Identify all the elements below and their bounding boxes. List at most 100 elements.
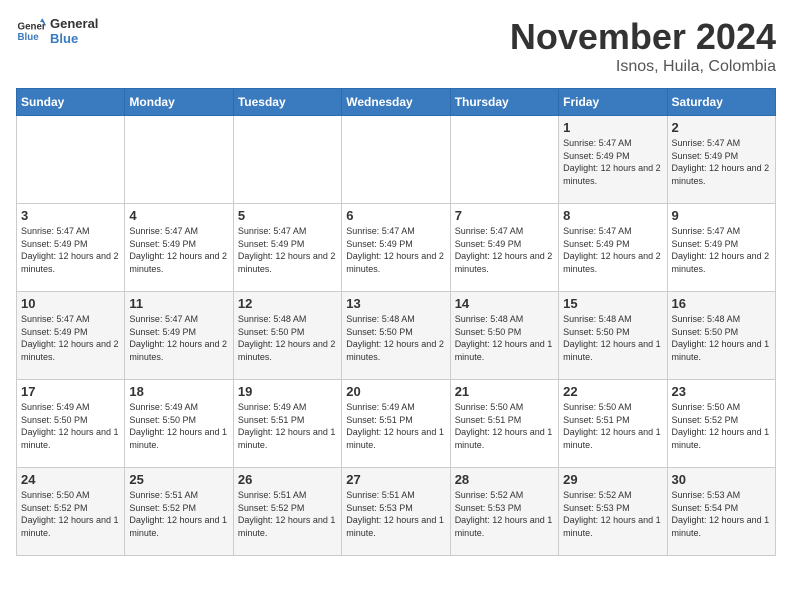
- calendar-week-row: 10 Sunrise: 5:47 AM Sunset: 5:49 PM Dayli…: [17, 292, 776, 380]
- day-number: 26: [238, 472, 337, 487]
- day-number: 27: [346, 472, 445, 487]
- calendar-cell: 20 Sunrise: 5:49 AM Sunset: 5:51 PM Dayli…: [342, 380, 450, 468]
- day-info: Sunrise: 5:50 AM Sunset: 5:51 PM Dayligh…: [455, 401, 554, 451]
- logo-blue: Blue: [50, 31, 98, 46]
- day-info: Sunrise: 5:47 AM Sunset: 5:49 PM Dayligh…: [672, 225, 771, 275]
- day-number: 3: [21, 208, 120, 223]
- calendar-cell: 1 Sunrise: 5:47 AM Sunset: 5:49 PM Daylig…: [559, 116, 667, 204]
- calendar-week-row: 24Sunrise: 5:50 AM Sunset: 5:52 PM Dayli…: [17, 468, 776, 556]
- calendar-cell: 13 Sunrise: 5:48 AM Sunset: 5:50 PM Dayli…: [342, 292, 450, 380]
- day-info: Sunrise: 5:48 AM Sunset: 5:50 PM Dayligh…: [238, 313, 337, 363]
- day-number: 28: [455, 472, 554, 487]
- day-info: Sunrise: 5:49 AM Sunset: 5:51 PM Dayligh…: [346, 401, 445, 451]
- calendar-cell: 12 Sunrise: 5:48 AM Sunset: 5:50 PM Dayli…: [233, 292, 341, 380]
- day-info: Sunrise: 5:48 AM Sunset: 5:50 PM Dayligh…: [672, 313, 771, 363]
- day-info: Sunrise: 5:47 AM Sunset: 5:49 PM Dayligh…: [346, 225, 445, 275]
- calendar-cell: 24Sunrise: 5:50 AM Sunset: 5:52 PM Dayli…: [17, 468, 125, 556]
- day-number: 30: [672, 472, 771, 487]
- day-number: 23: [672, 384, 771, 399]
- calendar-cell: 21 Sunrise: 5:50 AM Sunset: 5:51 PM Dayli…: [450, 380, 558, 468]
- day-number: 6: [346, 208, 445, 223]
- calendar-cell: 15 Sunrise: 5:48 AM Sunset: 5:50 PM Dayli…: [559, 292, 667, 380]
- day-number: 1: [563, 120, 662, 135]
- weekday-header: Wednesday: [342, 89, 450, 116]
- day-info: Sunrise: 5:49 AM Sunset: 5:51 PM Dayligh…: [238, 401, 337, 451]
- calendar-cell: [17, 116, 125, 204]
- calendar-cell: [342, 116, 450, 204]
- svg-text:Blue: Blue: [18, 32, 40, 43]
- day-info: Sunrise: 5:50 AM Sunset: 5:52 PM Dayligh…: [672, 401, 771, 451]
- day-number: 7: [455, 208, 554, 223]
- day-number: 11: [129, 296, 228, 311]
- calendar-cell: 3Sunrise: 5:47 AM Sunset: 5:49 PM Daylig…: [17, 204, 125, 292]
- day-info: Sunrise: 5:48 AM Sunset: 5:50 PM Dayligh…: [346, 313, 445, 363]
- calendar-cell: 7 Sunrise: 5:47 AM Sunset: 5:49 PM Daylig…: [450, 204, 558, 292]
- day-info: Sunrise: 5:48 AM Sunset: 5:50 PM Dayligh…: [455, 313, 554, 363]
- calendar-cell: 14 Sunrise: 5:48 AM Sunset: 5:50 PM Dayli…: [450, 292, 558, 380]
- day-number: 13: [346, 296, 445, 311]
- calendar-cell: 4 Sunrise: 5:47 AM Sunset: 5:49 PM Daylig…: [125, 204, 233, 292]
- calendar-cell: 25 Sunrise: 5:51 AM Sunset: 5:52 PM Dayli…: [125, 468, 233, 556]
- day-number: 9: [672, 208, 771, 223]
- calendar-table: SundayMondayTuesdayWednesdayThursdayFrid…: [16, 88, 776, 556]
- calendar-header-row: SundayMondayTuesdayWednesdayThursdayFrid…: [17, 89, 776, 116]
- day-info: Sunrise: 5:51 AM Sunset: 5:52 PM Dayligh…: [129, 489, 228, 539]
- day-number: 2: [672, 120, 771, 135]
- svg-text:General: General: [18, 22, 47, 33]
- weekday-header: Tuesday: [233, 89, 341, 116]
- calendar-cell: [450, 116, 558, 204]
- day-info: Sunrise: 5:47 AM Sunset: 5:49 PM Dayligh…: [563, 137, 662, 187]
- day-number: 20: [346, 384, 445, 399]
- day-number: 29: [563, 472, 662, 487]
- day-number: 4: [129, 208, 228, 223]
- header: General Blue General Blue November 2024 …: [16, 16, 776, 76]
- day-number: 25: [129, 472, 228, 487]
- month-title: November 2024: [510, 16, 776, 58]
- calendar-cell: 23 Sunrise: 5:50 AM Sunset: 5:52 PM Dayli…: [667, 380, 775, 468]
- day-info: Sunrise: 5:49 AM Sunset: 5:50 PM Dayligh…: [129, 401, 228, 451]
- day-info: Sunrise: 5:47 AM Sunset: 5:49 PM Dayligh…: [563, 225, 662, 275]
- calendar-week-row: 3 Sunrise: 5:47 AM Sunset: 5:49 PM Daylig…: [17, 204, 776, 292]
- calendar-cell: 6 Sunrise: 5:47 AM Sunset: 5:49 PM Daylig…: [342, 204, 450, 292]
- day-info: Sunrise: 5:47 AM Sunset: 5:49 PM Dayligh…: [455, 225, 554, 275]
- calendar-cell: 30Sunrise: 5:53 AM Sunset: 5:54 PM Dayli…: [667, 468, 775, 556]
- day-info: Sunrise: 5:50 AM Sunset: 5:52 PM Dayligh…: [21, 489, 120, 539]
- day-info: Sunrise: 5:52 AM Sunset: 5:53 PM Dayligh…: [563, 489, 662, 539]
- day-info: Sunrise: 5:50 AM Sunset: 5:51 PM Dayligh…: [563, 401, 662, 451]
- location-title: Isnos, Huila, Colombia: [510, 58, 776, 76]
- logo-general: General: [50, 16, 98, 31]
- day-number: 14: [455, 296, 554, 311]
- day-info: Sunrise: 5:51 AM Sunset: 5:52 PM Dayligh…: [238, 489, 337, 539]
- day-number: 5: [238, 208, 337, 223]
- weekday-header: Friday: [559, 89, 667, 116]
- day-info: Sunrise: 5:47 AM Sunset: 5:49 PM Dayligh…: [129, 225, 228, 275]
- calendar-cell: [233, 116, 341, 204]
- day-number: 12: [238, 296, 337, 311]
- calendar-cell: 9 Sunrise: 5:47 AM Sunset: 5:49 PM Daylig…: [667, 204, 775, 292]
- title-area: November 2024 Isnos, Huila, Colombia: [510, 16, 776, 76]
- day-number: 18: [129, 384, 228, 399]
- day-info: Sunrise: 5:52 AM Sunset: 5:53 PM Dayligh…: [455, 489, 554, 539]
- weekday-header: Sunday: [17, 89, 125, 116]
- day-number: 21: [455, 384, 554, 399]
- calendar-week-row: 1 Sunrise: 5:47 AM Sunset: 5:49 PM Daylig…: [17, 116, 776, 204]
- day-info: Sunrise: 5:51 AM Sunset: 5:53 PM Dayligh…: [346, 489, 445, 539]
- calendar-cell: 11 Sunrise: 5:47 AM Sunset: 5:49 PM Dayli…: [125, 292, 233, 380]
- calendar-cell: 26 Sunrise: 5:51 AM Sunset: 5:52 PM Dayli…: [233, 468, 341, 556]
- calendar-cell: 2Sunrise: 5:47 AM Sunset: 5:49 PM Daylig…: [667, 116, 775, 204]
- day-number: 8: [563, 208, 662, 223]
- day-number: 15: [563, 296, 662, 311]
- weekday-header: Saturday: [667, 89, 775, 116]
- calendar-cell: 28 Sunrise: 5:52 AM Sunset: 5:53 PM Dayli…: [450, 468, 558, 556]
- day-info: Sunrise: 5:48 AM Sunset: 5:50 PM Dayligh…: [563, 313, 662, 363]
- day-number: 22: [563, 384, 662, 399]
- day-info: Sunrise: 5:47 AM Sunset: 5:49 PM Dayligh…: [129, 313, 228, 363]
- day-info: Sunrise: 5:47 AM Sunset: 5:49 PM Dayligh…: [21, 313, 120, 363]
- day-number: 10: [21, 296, 120, 311]
- calendar-cell: [125, 116, 233, 204]
- calendar-cell: 17Sunrise: 5:49 AM Sunset: 5:50 PM Dayli…: [17, 380, 125, 468]
- weekday-header: Monday: [125, 89, 233, 116]
- calendar-cell: 10 Sunrise: 5:47 AM Sunset: 5:49 PM Dayli…: [17, 292, 125, 380]
- calendar-cell: 18 Sunrise: 5:49 AM Sunset: 5:50 PM Dayli…: [125, 380, 233, 468]
- logo: General Blue General Blue: [16, 16, 98, 46]
